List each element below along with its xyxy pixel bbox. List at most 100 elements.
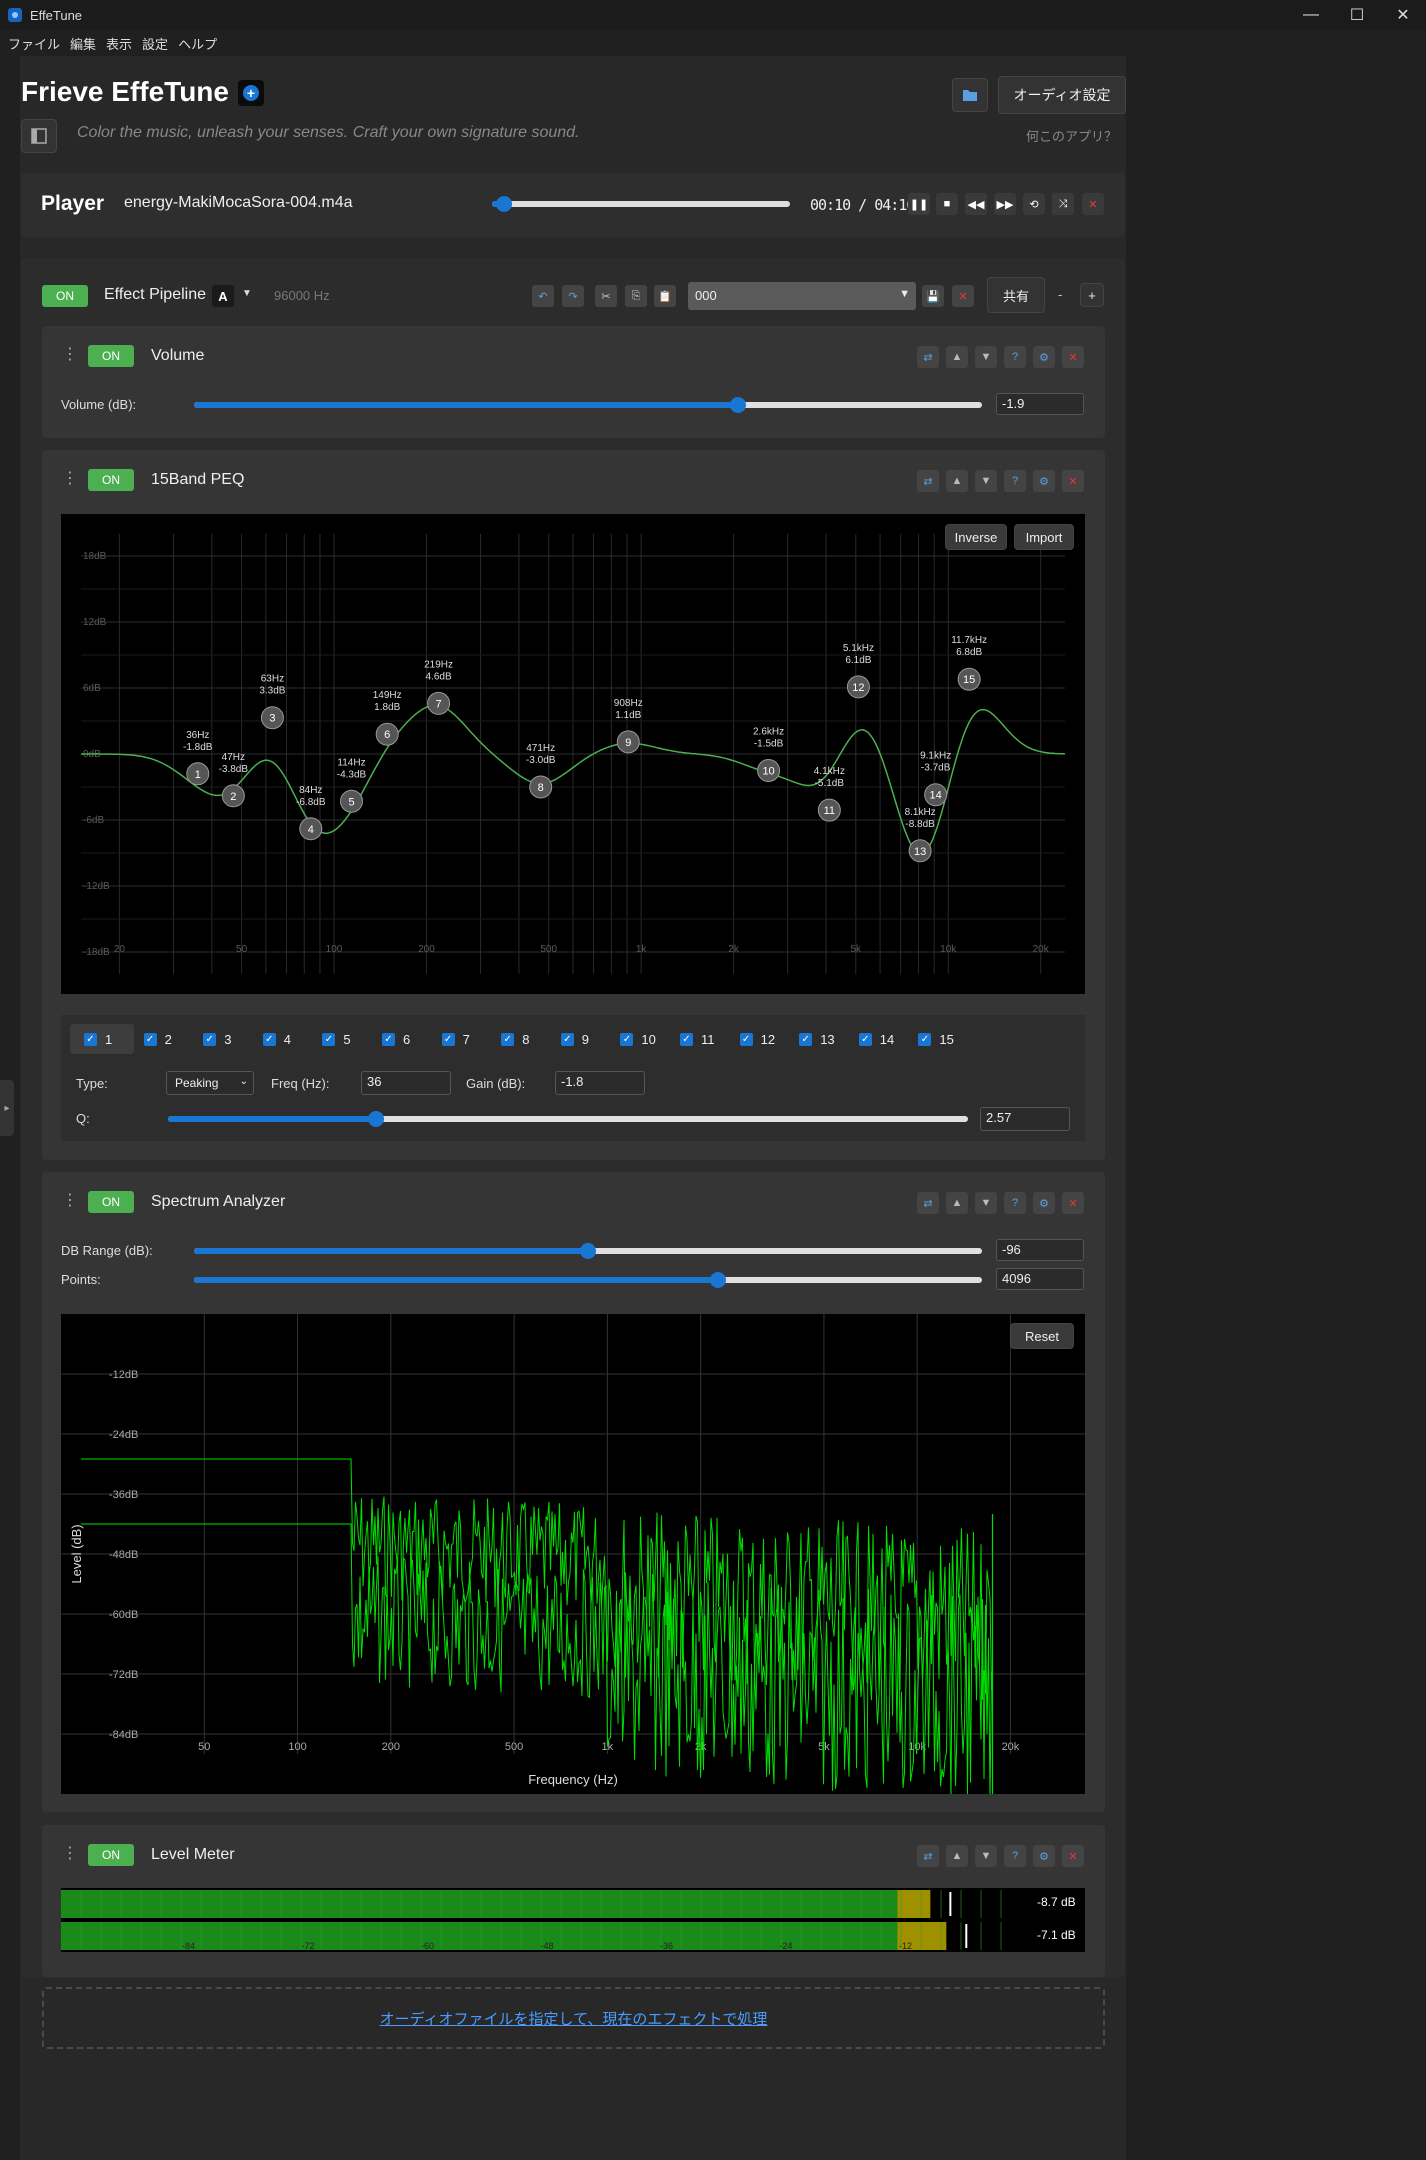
move-up-button[interactable]: ▲ (946, 470, 968, 492)
move-down-button[interactable]: ▼ (975, 1192, 997, 1214)
spectrum-reset-button[interactable]: Reset (1010, 1323, 1074, 1349)
checkbox-icon[interactable]: ✓ (441, 1032, 455, 1046)
move-down-button[interactable]: ▼ (975, 1845, 997, 1867)
ai-button[interactable]: ⚙ (1033, 1192, 1055, 1214)
pause-button[interactable]: ❚❚ (908, 193, 930, 215)
rewind-button[interactable]: ◀◀ (965, 193, 987, 215)
pipeline-on-toggle[interactable]: ON (42, 285, 88, 307)
move-up-button[interactable]: ▲ (946, 346, 968, 368)
checkbox-icon[interactable]: ✓ (858, 1032, 872, 1046)
points-input[interactable]: 4096 (996, 1268, 1084, 1290)
ai-button[interactable]: ⚙ (1033, 346, 1055, 368)
volume-value-input[interactable]: -1.9 (996, 393, 1084, 415)
checkbox-icon[interactable]: ✓ (322, 1032, 336, 1046)
points-knob[interactable] (710, 1272, 727, 1288)
checkbox-icon[interactable]: ✓ (799, 1032, 813, 1046)
ab-selector[interactable]: A (212, 285, 234, 307)
shuffle-button[interactable]: ⤨ (1052, 193, 1074, 215)
minimize-icon[interactable]: — (1288, 0, 1334, 30)
chevron-down-icon[interactable]: ▼ (242, 288, 252, 299)
move-up-button[interactable]: ▲ (946, 1192, 968, 1214)
checkbox-icon[interactable]: ✓ (680, 1032, 693, 1046)
inverse-button[interactable]: Inverse (945, 524, 1007, 550)
help-button[interactable]: ? (1004, 1845, 1026, 1867)
q-input[interactable]: 2.57 (980, 1107, 1070, 1131)
audio-settings-button[interactable]: オーディオ設定 (998, 76, 1126, 114)
checkbox-icon[interactable]: ✓ (84, 1032, 97, 1046)
undo-button[interactable]: ↶ (532, 285, 554, 307)
what-is-this-link[interactable]: 何このアプリ？ (1026, 126, 1117, 145)
ai-button[interactable]: ⚙ (1033, 1845, 1055, 1867)
routing-button[interactable]: ⇄ (917, 470, 939, 492)
gain-input[interactable]: -1.8 (555, 1071, 645, 1095)
help-button[interactable]: ? (1004, 1192, 1026, 1214)
menu-settings[interactable]: 設定 (142, 34, 168, 53)
collapse-all-button[interactable]: - (1058, 287, 1062, 302)
import-button[interactable]: Import (1014, 524, 1074, 550)
copy-button[interactable]: ⎘ (625, 285, 647, 307)
share-button[interactable]: 共有 (987, 277, 1045, 313)
checkbox-icon[interactable]: ✓ (560, 1032, 574, 1046)
checkbox-icon[interactable]: ✓ (203, 1032, 217, 1046)
help-button[interactable]: ? (1004, 346, 1026, 368)
band-tab-13[interactable]: ✓ 13 (785, 1024, 849, 1054)
band-tab-2[interactable]: ✓ 2 (130, 1024, 194, 1054)
checkbox-icon[interactable]: ✓ (143, 1032, 157, 1046)
points-slider[interactable] (194, 1272, 982, 1288)
close-icon[interactable]: ✕ (1380, 0, 1426, 30)
db-range-slider[interactable] (194, 1243, 982, 1259)
checkbox-icon[interactable]: ✓ (382, 1032, 395, 1046)
band-tab-1[interactable]: ✓ 1 (70, 1024, 134, 1054)
band-tab-14[interactable]: ✓ 14 (845, 1024, 909, 1054)
remove-effect-button[interactable]: ✕ (1062, 1845, 1084, 1867)
menu-file[interactable]: ファイル (8, 34, 60, 53)
stop-button[interactable]: ■ (936, 193, 958, 215)
maximize-icon[interactable]: ☐ (1334, 0, 1380, 30)
band-tab-7[interactable]: ✓ 7 (428, 1024, 492, 1054)
volume-slider-knob[interactable] (729, 397, 746, 413)
db-range-knob[interactable] (580, 1243, 596, 1259)
sidebar-toggle-tab[interactable]: ▸ (0, 1080, 14, 1136)
freq-input[interactable]: 36 (361, 1071, 451, 1095)
drag-handle-icon[interactable]: ⋮ (62, 344, 78, 364)
process-file-link[interactable]: オーディオファイルを指定して、現在のエフェクトで処理 (380, 2008, 768, 2029)
peq-graph-svg[interactable]: 18dB12dB6dB0dB-6dB-12dB-18dB 20 50 100 200 50… (61, 514, 1085, 994)
band-tab-15[interactable]: ✓ 15 (904, 1024, 968, 1054)
spectrum-on-toggle[interactable]: ON (88, 1191, 134, 1213)
save-preset-button[interactable]: 💾 (922, 285, 944, 307)
checkbox-icon[interactable]: ✓ (262, 1032, 276, 1046)
drag-handle-icon[interactable]: ⋮ (62, 468, 78, 488)
forward-button[interactable]: ▶▶ (994, 193, 1016, 215)
folder-button[interactable] (952, 78, 988, 112)
checkbox-icon[interactable]: ✓ (739, 1032, 753, 1046)
menu-edit[interactable]: 編集 (70, 34, 96, 53)
band-tab-10[interactable]: ✓ 10 (606, 1024, 670, 1054)
db-range-input[interactable]: -96 (996, 1239, 1084, 1261)
delete-preset-button[interactable]: ✕ (952, 285, 974, 307)
remove-effect-button[interactable]: ✕ (1062, 1192, 1084, 1214)
add-icon[interactable]: + (238, 80, 264, 106)
band-tab-9[interactable]: ✓ 9 (547, 1024, 611, 1054)
paste-button[interactable]: 📋 (654, 285, 676, 307)
expand-all-button[interactable]: + (1080, 283, 1104, 307)
band-tab-11[interactable]: ✓ 11 (666, 1024, 730, 1054)
menu-help[interactable]: ヘルプ (178, 34, 217, 53)
preset-select[interactable]: 000 ▼ (688, 282, 916, 310)
checkbox-icon[interactable]: ✓ (620, 1032, 634, 1046)
filter-type-select[interactable]: Peaking ⌄ (166, 1071, 254, 1095)
band-tab-8[interactable]: ✓ 8 (487, 1024, 551, 1054)
band-tab-6[interactable]: ✓ 6 (368, 1024, 432, 1054)
routing-button[interactable]: ⇄ (917, 1192, 939, 1214)
band-tab-3[interactable]: ✓ 3 (189, 1024, 253, 1054)
q-slider[interactable] (168, 1111, 968, 1127)
peq-graph[interactable]: 18dB 12dB 6dB 0dB -6dB -12dB -18dB 20 50 100 200 50… (61, 514, 1085, 994)
close-player-button[interactable]: ✕ (1082, 193, 1104, 215)
menu-view[interactable]: 表示 (106, 34, 132, 53)
help-button[interactable]: ? (1004, 470, 1026, 492)
seek-knob[interactable] (495, 196, 512, 212)
move-down-button[interactable]: ▼ (975, 470, 997, 492)
band-tab-5[interactable]: ✓ 5 (308, 1024, 372, 1054)
drag-handle-icon[interactable]: ⋮ (62, 1190, 78, 1210)
drag-handle-icon[interactable]: ⋮ (62, 1843, 78, 1863)
q-slider-knob[interactable] (368, 1111, 384, 1127)
